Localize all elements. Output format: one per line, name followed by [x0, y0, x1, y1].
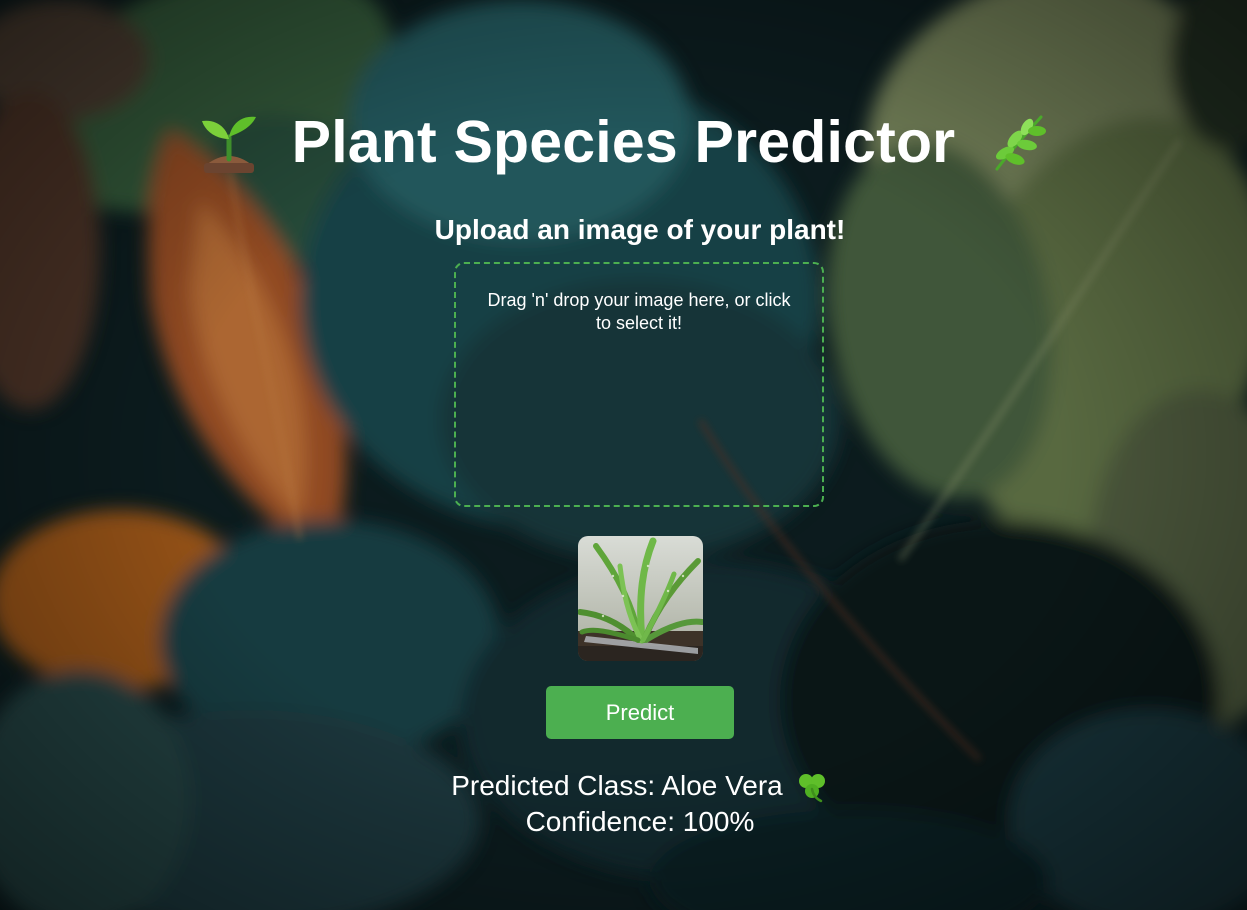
confidence-text: Confidence: 100%: [525, 806, 755, 837]
shamrock-icon: [795, 769, 829, 803]
upload-heading: Upload an image of your plant!: [434, 214, 846, 245]
uploaded-image-preview: [578, 536, 703, 661]
image-dropzone[interactable]: Drag 'n' drop your image here, or click …: [454, 262, 824, 507]
app-container: Plant Species Predictor Upload an image …: [0, 0, 1247, 910]
seedling-icon: [196, 109, 262, 175]
predicted-class-text: Predicted Class: Aloe Vera: [451, 770, 783, 801]
page-title: Plant Species Predictor: [291, 109, 956, 175]
herb-icon: [985, 109, 1051, 175]
predicted-class-row: Predicted Class: Aloe Vera: [0, 766, 1247, 806]
title-row: Plant Species Predictor: [0, 100, 1247, 184]
dropzone-instructions: Drag 'n' drop your image here, or click …: [487, 290, 791, 333]
predict-button[interactable]: Predict: [546, 686, 734, 739]
